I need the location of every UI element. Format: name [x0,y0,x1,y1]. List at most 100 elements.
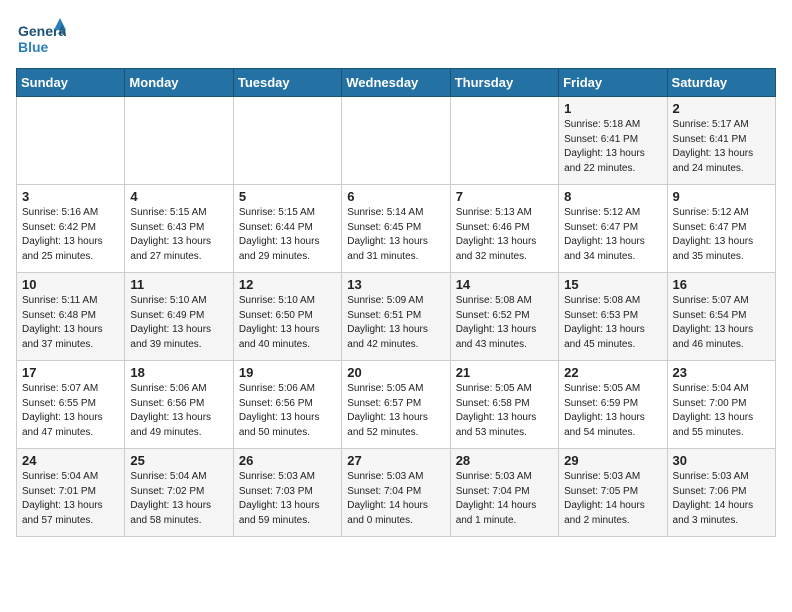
day-number: 6 [347,189,444,204]
day-number: 25 [130,453,227,468]
day-info: Sunrise: 5:08 AM Sunset: 6:52 PM Dayligh… [456,294,553,352]
day-number: 15 [564,277,661,292]
calendar-cell: 9 Sunrise: 5:12 AM Sunset: 6:47 PM Daylig… [667,185,775,273]
day-number: 13 [347,277,444,292]
day-info: Sunrise: 5:09 AM Sunset: 6:51 PM Dayligh… [347,294,444,352]
day-info: Sunrise: 5:03 AM Sunset: 7:06 PM Dayligh… [673,470,770,528]
svg-text:Blue: Blue [18,39,49,55]
week-row-2: 3Sunrise: 5:16 AM Sunset: 6:42 PM Daylig… [17,185,776,273]
day-number: 23 [673,365,770,380]
day-number: 10 [22,277,119,292]
day-info: Sunrise: 5:15 AM Sunset: 6:43 PM Dayligh… [130,206,227,264]
day-number: 12 [239,277,336,292]
day-info: Sunrise: 5:05 AM Sunset: 6:59 PM Dayligh… [564,382,661,440]
day-number: 16 [673,277,770,292]
calendar-cell: 6 Sunrise: 5:14 AM Sunset: 6:45 PM Daylig… [342,185,450,273]
day-info: Sunrise: 5:03 AM Sunset: 7:04 PM Dayligh… [347,470,444,528]
day-number: 20 [347,365,444,380]
calendar-cell: 12 Sunrise: 5:10 AM Sunset: 6:50 PM Dayli… [233,273,341,361]
calendar-table: SundayMondayTuesdayWednesdayThursdayFrid… [16,68,776,537]
calendar-cell [125,97,233,185]
day-info: Sunrise: 5:06 AM Sunset: 6:56 PM Dayligh… [239,382,336,440]
calendar-cell: 30 Sunrise: 5:03 AM Sunset: 7:06 PM Dayli… [667,449,775,537]
day-number: 14 [456,277,553,292]
day-number: 18 [130,365,227,380]
calendar-cell: 26 Sunrise: 5:03 AM Sunset: 7:03 PM Dayli… [233,449,341,537]
day-info: Sunrise: 5:05 AM Sunset: 6:58 PM Dayligh… [456,382,553,440]
day-number: 21 [456,365,553,380]
day-info: Sunrise: 5:03 AM Sunset: 7:03 PM Dayligh… [239,470,336,528]
day-info: Sunrise: 5:18 AM Sunset: 6:41 PM Dayligh… [564,118,661,176]
day-info: Sunrise: 5:17 AM Sunset: 6:41 PM Dayligh… [673,118,770,176]
calendar-cell [450,97,558,185]
calendar-cell [342,97,450,185]
calendar-cell: 10Sunrise: 5:11 AM Sunset: 6:48 PM Dayli… [17,273,125,361]
calendar-cell: 21 Sunrise: 5:05 AM Sunset: 6:58 PM Dayli… [450,361,558,449]
day-header-wednesday: Wednesday [342,69,450,97]
calendar-cell: 28 Sunrise: 5:03 AM Sunset: 7:04 PM Dayli… [450,449,558,537]
day-number: 2 [673,101,770,116]
day-number: 19 [239,365,336,380]
day-header-tuesday: Tuesday [233,69,341,97]
calendar-cell: 22Sunrise: 5:05 AM Sunset: 6:59 PM Dayli… [559,361,667,449]
day-info: Sunrise: 5:13 AM Sunset: 6:46 PM Dayligh… [456,206,553,264]
day-info: Sunrise: 5:04 AM Sunset: 7:02 PM Dayligh… [130,470,227,528]
calendar-cell: 24Sunrise: 5:04 AM Sunset: 7:01 PM Dayli… [17,449,125,537]
calendar-cell: 18 Sunrise: 5:06 AM Sunset: 6:56 PM Dayli… [125,361,233,449]
day-info: Sunrise: 5:04 AM Sunset: 7:01 PM Dayligh… [22,470,119,528]
day-number: 11 [130,277,227,292]
week-row-1: 1 Sunrise: 5:18 AM Sunset: 6:41 PM Daylig… [17,97,776,185]
calendar-cell: 15 Sunrise: 5:08 AM Sunset: 6:53 PM Dayli… [559,273,667,361]
day-number: 29 [564,453,661,468]
day-number: 17 [22,365,119,380]
day-info: Sunrise: 5:10 AM Sunset: 6:49 PM Dayligh… [130,294,227,352]
day-header-saturday: Saturday [667,69,775,97]
calendar-cell: 19 Sunrise: 5:06 AM Sunset: 6:56 PM Dayli… [233,361,341,449]
calendar-cell: 8Sunrise: 5:12 AM Sunset: 6:47 PM Daylig… [559,185,667,273]
day-number: 26 [239,453,336,468]
week-row-3: 10Sunrise: 5:11 AM Sunset: 6:48 PM Dayli… [17,273,776,361]
calendar-cell: 7Sunrise: 5:13 AM Sunset: 6:46 PM Daylig… [450,185,558,273]
calendar-cell: 17 Sunrise: 5:07 AM Sunset: 6:55 PM Dayli… [17,361,125,449]
calendar-cell: 29Sunrise: 5:03 AM Sunset: 7:05 PM Dayli… [559,449,667,537]
day-number: 9 [673,189,770,204]
calendar-cell: 3Sunrise: 5:16 AM Sunset: 6:42 PM Daylig… [17,185,125,273]
day-info: Sunrise: 5:07 AM Sunset: 6:54 PM Dayligh… [673,294,770,352]
calendar-cell [233,97,341,185]
calendar-cell: 4 Sunrise: 5:15 AM Sunset: 6:43 PM Daylig… [125,185,233,273]
day-number: 28 [456,453,553,468]
day-info: Sunrise: 5:06 AM Sunset: 6:56 PM Dayligh… [130,382,227,440]
day-header-sunday: Sunday [17,69,125,97]
day-info: Sunrise: 5:07 AM Sunset: 6:55 PM Dayligh… [22,382,119,440]
day-info: Sunrise: 5:03 AM Sunset: 7:04 PM Dayligh… [456,470,553,528]
day-info: Sunrise: 5:14 AM Sunset: 6:45 PM Dayligh… [347,206,444,264]
calendar-cell: 2 Sunrise: 5:17 AM Sunset: 6:41 PM Daylig… [667,97,775,185]
calendar-cell: 1 Sunrise: 5:18 AM Sunset: 6:41 PM Daylig… [559,97,667,185]
calendar-cell: 5 Sunrise: 5:15 AM Sunset: 6:44 PM Daylig… [233,185,341,273]
day-header-friday: Friday [559,69,667,97]
calendar-cell: 14 Sunrise: 5:08 AM Sunset: 6:52 PM Dayli… [450,273,558,361]
day-info: Sunrise: 5:10 AM Sunset: 6:50 PM Dayligh… [239,294,336,352]
day-number: 1 [564,101,661,116]
calendar-cell: 11 Sunrise: 5:10 AM Sunset: 6:49 PM Dayli… [125,273,233,361]
calendar-cell: 20 Sunrise: 5:05 AM Sunset: 6:57 PM Dayli… [342,361,450,449]
day-header-thursday: Thursday [450,69,558,97]
calendar-cell: 13 Sunrise: 5:09 AM Sunset: 6:51 PM Dayli… [342,273,450,361]
week-row-4: 17 Sunrise: 5:07 AM Sunset: 6:55 PM Dayli… [17,361,776,449]
day-info: Sunrise: 5:15 AM Sunset: 6:44 PM Dayligh… [239,206,336,264]
day-number: 3 [22,189,119,204]
day-number: 4 [130,189,227,204]
day-info: Sunrise: 5:08 AM Sunset: 6:53 PM Dayligh… [564,294,661,352]
day-info: Sunrise: 5:05 AM Sunset: 6:57 PM Dayligh… [347,382,444,440]
day-info: Sunrise: 5:12 AM Sunset: 6:47 PM Dayligh… [673,206,770,264]
day-number: 27 [347,453,444,468]
calendar-cell [17,97,125,185]
day-info: Sunrise: 5:04 AM Sunset: 7:00 PM Dayligh… [673,382,770,440]
day-number: 30 [673,453,770,468]
logo: General Blue [16,16,66,60]
calendar-cell: 25 Sunrise: 5:04 AM Sunset: 7:02 PM Dayli… [125,449,233,537]
day-number: 5 [239,189,336,204]
header: General Blue [16,16,776,60]
logo-icon: General Blue [16,16,66,60]
week-row-5: 24Sunrise: 5:04 AM Sunset: 7:01 PM Dayli… [17,449,776,537]
